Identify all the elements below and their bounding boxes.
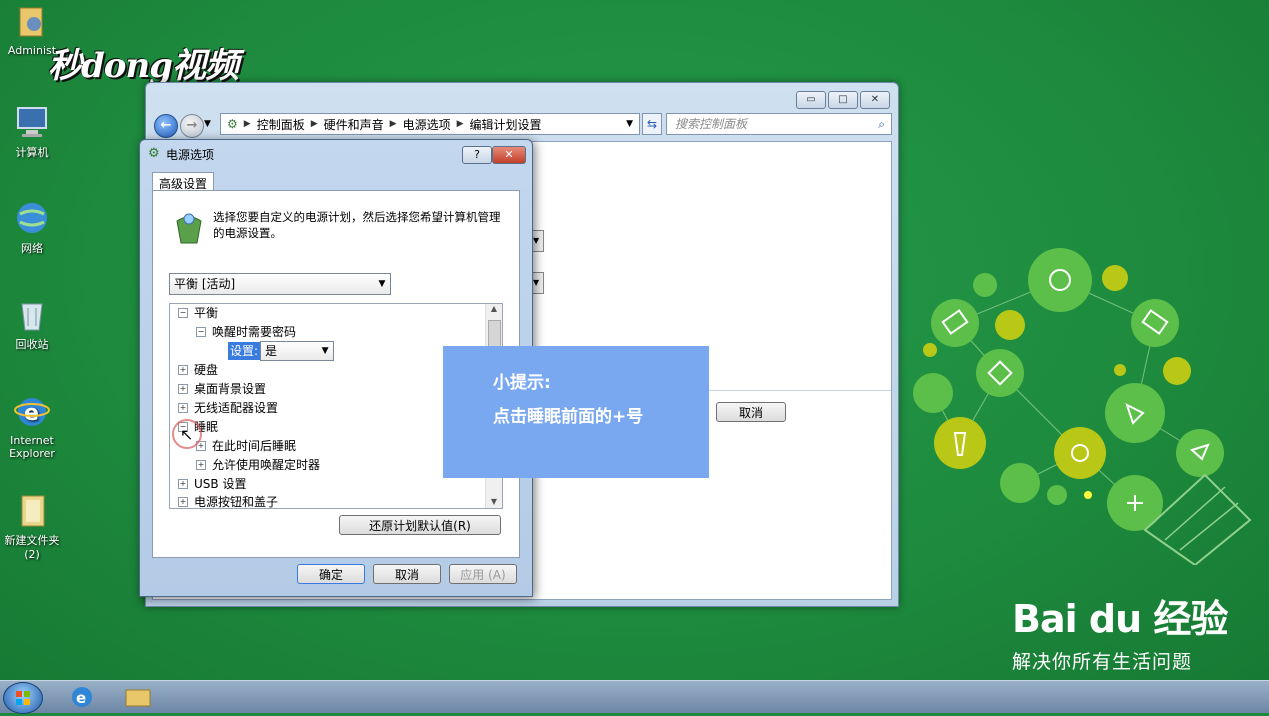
start-button[interactable] — [3, 682, 43, 714]
breadcrumb-separator-icon: ▶ — [389, 119, 397, 129]
minimize-button[interactable]: ▭ — [796, 91, 826, 109]
tree-node-balance[interactable]: − 平衡 — [178, 304, 218, 322]
tree-node-wake-password[interactable]: − 唤醒时需要密码 — [196, 323, 296, 341]
scroll-down-icon[interactable]: ▼ — [486, 497, 502, 506]
svg-text:e: e — [76, 689, 86, 707]
scroll-up-icon[interactable]: ▲ — [486, 304, 502, 313]
maximize-button[interactable]: □ — [828, 91, 858, 109]
breadcrumb-separator-icon: ▶ — [456, 119, 464, 129]
expand-icon[interactable]: + — [178, 497, 188, 507]
baidu-logo-text: Bai du 经验 — [1012, 597, 1228, 641]
ok-button[interactable]: 确定 — [297, 564, 365, 584]
collapse-icon[interactable]: − — [178, 308, 188, 318]
breadcrumb-separator-icon: ▶ — [310, 119, 318, 129]
desktop-icon-label: Internet Explorer — [9, 434, 55, 460]
back-button[interactable]: ← — [154, 114, 178, 138]
mouse-cursor-icon: ↖ — [180, 425, 194, 444]
help-button[interactable]: ? — [462, 146, 492, 164]
expand-icon[interactable]: + — [178, 365, 188, 375]
power-options-icon: ⚙ — [148, 146, 160, 161]
forward-button[interactable]: → — [180, 114, 204, 138]
close-button[interactable]: ✕ — [860, 91, 890, 109]
breadcrumb-item[interactable]: 硬件和声音 — [324, 116, 384, 133]
wake-password-select[interactable]: 是 ▼ — [260, 341, 335, 361]
desktop-icon-label: 回收站 — [15, 338, 49, 351]
baidu-jingyan-logo: Bai du 经验 解决你所有生活问题 — [1012, 588, 1228, 674]
tree-node-usb[interactable]: + USB 设置 — [178, 475, 246, 493]
control-panel-icon: ⚙ — [227, 117, 238, 131]
watermark-logo: 秒dong视频 — [48, 46, 239, 86]
desktop-icon-label: 网络 — [21, 242, 43, 255]
chevron-down-icon[interactable]: ▼ — [626, 119, 633, 129]
breadcrumb-item[interactable]: 电源选项 — [403, 116, 451, 133]
taskbar: e — [0, 680, 1269, 714]
taskbar-ie-icon[interactable]: e — [60, 684, 104, 710]
computer-icon — [14, 104, 50, 140]
desktop-icon-label: 计算机 — [15, 146, 49, 159]
expand-icon[interactable]: + — [178, 403, 188, 413]
tree-node-wireless[interactable]: + 无线适配器设置 — [178, 399, 278, 417]
address-bar[interactable]: ⚙ ▶ 控制面板 ▶ 硬件和声音 ▶ 电源选项 ▶ 编辑计划设置 ▼ — [220, 113, 640, 135]
tree-node-setting[interactable]: 设置: 是 ▼ — [228, 341, 335, 361]
windows-logo-icon — [16, 691, 30, 705]
collapse-icon[interactable]: − — [196, 327, 206, 337]
desktop-icon-ie[interactable]: e Internet Explorer — [0, 394, 64, 460]
tree-node-wake-timers[interactable]: + 允许使用唤醒定时器 — [196, 456, 320, 474]
baidu-slogan: 解决你所有生活问题 — [1012, 651, 1193, 673]
chevron-down-icon[interactable]: ▼ — [533, 230, 544, 252]
lightbulb-graphic — [913, 248, 1252, 565]
tree-node-sleep-after[interactable]: + 在此时间后睡眠 — [196, 437, 296, 455]
power-plan-select[interactable]: 平衡 [活动] ▼ — [169, 273, 391, 295]
power-plan-icon — [173, 211, 205, 248]
search-input[interactable]: 搜索控制面板 ⌕ — [666, 113, 892, 135]
taskbar-explorer-icon[interactable] — [116, 684, 160, 710]
dialog-close-button[interactable]: ✕ — [492, 146, 526, 164]
tip-title: 小提示: — [493, 373, 551, 393]
breadcrumb-item[interactable]: 编辑计划设置 — [470, 116, 542, 133]
tree-node-power-buttons[interactable]: + 电源按钮和盖子 — [178, 493, 278, 508]
expand-icon[interactable]: + — [178, 479, 188, 489]
desktop-icon-recycle-bin[interactable]: 回收站 — [0, 296, 64, 352]
tree-node-hard-disk[interactable]: + 硬盘 — [178, 361, 218, 379]
explorer-cancel-button[interactable]: 取消 — [716, 402, 786, 422]
folder-icon — [14, 492, 50, 528]
desktop-icon-computer[interactable]: 计算机 — [0, 104, 64, 160]
cancel-button[interactable]: 取消 — [373, 564, 441, 584]
breadcrumb-item[interactable]: 控制面板 — [257, 116, 305, 133]
recycle-bin-icon — [14, 296, 50, 332]
tree-node-desktop-background[interactable]: + 桌面背景设置 — [178, 380, 266, 398]
tip-overlay: 小提示: 点击睡眠前面的+号 — [443, 346, 709, 478]
user-folder-icon — [14, 4, 50, 40]
refresh-icon[interactable]: ⇆ — [642, 113, 662, 135]
restore-defaults-button[interactable]: 还原计划默认值(R) — [339, 515, 501, 535]
dialog-description: 选择您要自定义的电源计划，然后选择您希望计算机管理的电源设置。 — [213, 210, 501, 240]
tip-text: 点击睡眠前面的+号 — [493, 407, 644, 427]
recent-pages-chevron-icon[interactable]: ▼ — [204, 119, 211, 129]
breadcrumb-separator-icon: ▶ — [243, 119, 251, 129]
desktop-icon-new-folder[interactable]: 新建文件夹 (2) — [0, 492, 64, 561]
chevron-down-icon: ▼ — [378, 279, 386, 289]
ie-icon: e — [14, 394, 50, 430]
scroll-thumb[interactable] — [488, 320, 501, 348]
expand-icon[interactable]: + — [196, 460, 206, 470]
desktop-icon-label: 新建文件夹 (2) — [4, 534, 60, 561]
expand-icon[interactable]: + — [178, 384, 188, 394]
search-icon[interactable]: ⌕ — [878, 114, 885, 134]
desktop-icon-network[interactable]: 网络 — [0, 200, 64, 256]
chevron-down-icon: ▼ — [321, 346, 329, 356]
network-icon — [14, 200, 50, 236]
chevron-down-icon[interactable]: ▼ — [533, 272, 544, 294]
dialog-title: 电源选项 — [166, 148, 215, 162]
apply-button[interactable]: 应用 (A) — [449, 564, 517, 584]
